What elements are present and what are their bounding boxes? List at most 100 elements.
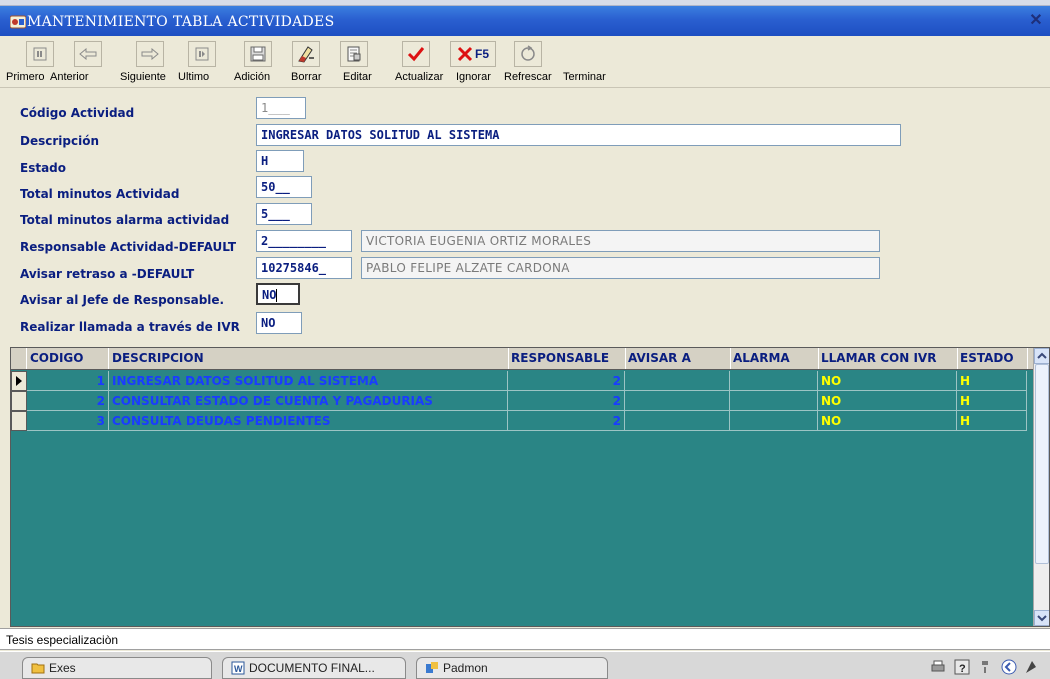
cell-responsable[interactable]: 2	[508, 411, 625, 431]
toolbar-label-borrar[interactable]: Borrar	[291, 71, 322, 83]
cell-estado[interactable]: H	[957, 411, 1027, 431]
activities-grid[interactable]: CODIGO DESCRIPCION RESPONSABLE AVISAR A …	[10, 347, 1050, 627]
cell-estado[interactable]: H	[957, 391, 1027, 411]
help-icon[interactable]: ?	[954, 659, 970, 675]
back-arrow-icon[interactable]	[1000, 658, 1018, 676]
column-header-responsable[interactable]: RESPONSABLE	[508, 348, 625, 368]
table-row[interactable]: 2 CONSULTAR ESTADO DE CUENTA Y PAGADURIA…	[11, 391, 1035, 411]
edit-button[interactable]	[340, 41, 368, 67]
eraser-delete-icon	[298, 46, 314, 63]
cell-ivr[interactable]: NO	[818, 411, 957, 431]
descripcion-field[interactable]: INGRESAR DATOS SOLITUD AL SISTEMA	[256, 124, 901, 146]
cell-responsable[interactable]: 2	[508, 391, 625, 411]
taskbar-item-documento[interactable]: W DOCUMENTO FINAL...	[222, 657, 406, 679]
cell-ivr[interactable]: NO	[818, 391, 957, 411]
cell-descripcion[interactable]: CONSULTA DEUDAS PENDIENTES	[109, 411, 508, 431]
scroll-down-button[interactable]	[1034, 610, 1049, 626]
avisar-jefe-field[interactable]: NO	[256, 283, 300, 305]
total-minutos-field[interactable]: 50__	[256, 176, 312, 198]
codigo-field[interactable]: 1___	[256, 97, 306, 119]
llamada-ivr-field[interactable]: NO	[256, 312, 302, 334]
update-button[interactable]	[402, 41, 430, 67]
header-divider	[957, 348, 958, 369]
system-tray: ?	[920, 655, 1050, 679]
column-header-codigo[interactable]: CODIGO	[27, 348, 107, 368]
cell-codigo[interactable]: 1	[27, 371, 109, 391]
cell-avisar-a[interactable]	[625, 371, 730, 391]
close-icon[interactable]: ✕	[1026, 11, 1046, 31]
header-divider	[1027, 348, 1028, 369]
svg-text:?: ?	[959, 663, 966, 675]
printer-icon[interactable]	[930, 659, 946, 675]
row-indicator[interactable]	[11, 411, 27, 431]
responsable-field[interactable]: 2________	[256, 230, 352, 252]
toolbar-label-siguiente[interactable]: Siguiente	[120, 71, 166, 83]
scroll-thumb[interactable]	[1035, 364, 1049, 564]
status-text: Tesis especializaciòn	[6, 633, 119, 647]
cell-ivr[interactable]: NO	[818, 371, 957, 391]
f5-shortcut-label: F5	[474, 47, 489, 61]
taskbar-item-padmon[interactable]: Padmon	[416, 657, 608, 679]
table-row[interactable]: 1 INGRESAR DATOS SOLITUD AL SISTEMA 2 NO…	[11, 371, 1035, 391]
toolbar-label-refrescar[interactable]: Refrescar	[504, 71, 552, 83]
padmon-app-icon	[426, 662, 438, 673]
toolbar-label-actualizar[interactable]: Actualizar	[395, 71, 443, 83]
cell-codigo[interactable]: 2	[27, 391, 109, 411]
cell-descripcion[interactable]: INGRESAR DATOS SOLITUD AL SISTEMA	[109, 371, 508, 391]
next-record-icon	[141, 48, 159, 60]
cell-codigo[interactable]: 3	[27, 411, 109, 431]
previous-record-button[interactable]	[74, 41, 102, 67]
word-document-icon: W	[231, 661, 245, 675]
scroll-up-button[interactable]	[1034, 348, 1049, 364]
cell-avisar-a[interactable]	[625, 411, 730, 431]
cell-estado[interactable]: H	[957, 371, 1027, 391]
first-record-button[interactable]	[26, 41, 54, 67]
toolbar-label-ultimo[interactable]: Ultimo	[178, 71, 209, 83]
column-header-alarma[interactable]: ALARMA	[730, 348, 818, 368]
last-record-button[interactable]	[188, 41, 216, 67]
avisar-retraso-field[interactable]: 10275846_	[256, 257, 352, 279]
row-indicator[interactable]	[11, 391, 27, 411]
cell-descripcion[interactable]: CONSULTAR ESTADO DE CUENTA Y PAGADURIAS	[109, 391, 508, 411]
taskbar: Exes W DOCUMENTO FINAL... Padmon ?	[0, 651, 1050, 679]
cell-avisar-a[interactable]	[625, 391, 730, 411]
grid-header: CODIGO DESCRIPCION RESPONSABLE AVISAR A …	[11, 348, 1035, 370]
cell-alarma[interactable]	[730, 371, 818, 391]
add-button[interactable]	[244, 41, 272, 67]
next-record-button[interactable]	[136, 41, 164, 67]
floppy-add-icon	[250, 46, 266, 62]
toolbar-label-editar[interactable]: Editar	[343, 71, 372, 83]
cell-responsable[interactable]: 2	[508, 371, 625, 391]
current-row-indicator[interactable]	[11, 371, 27, 391]
toolbar-label-adicion[interactable]: Adición	[234, 71, 270, 83]
tray-app-icon[interactable]	[1024, 659, 1038, 675]
chevron-down-icon	[1037, 615, 1047, 622]
column-header-llamar-ivr[interactable]: LLAMAR CON IVR	[818, 348, 958, 368]
taskbar-item-exes[interactable]: Exes	[22, 657, 212, 679]
ignore-button[interactable]: F5	[450, 41, 496, 67]
delete-button[interactable]	[292, 41, 320, 67]
first-record-icon	[33, 47, 47, 61]
estado-field[interactable]: H	[256, 150, 304, 172]
avisar-jefe-label: Avisar al Jefe de Responsable.	[20, 293, 225, 307]
x-ignore-icon	[457, 46, 473, 62]
total-alarma-field[interactable]: 5___	[256, 203, 312, 225]
toolbar-label-terminar[interactable]: Terminar	[563, 71, 606, 83]
toolbar-label-anterior[interactable]: Anterior	[50, 71, 89, 83]
check-update-icon	[407, 47, 425, 62]
speaker-icon[interactable]	[978, 659, 992, 675]
cell-alarma[interactable]	[730, 411, 818, 431]
avisar-retraso-label: Avisar retraso a -DEFAULT	[20, 267, 195, 281]
last-record-icon	[195, 47, 209, 61]
table-row[interactable]: 3 CONSULTA DEUDAS PENDIENTES 2 NO H	[11, 411, 1035, 431]
refresh-button[interactable]	[514, 41, 542, 67]
toolbar-label-primero[interactable]: Primero	[6, 71, 45, 83]
toolbar-label-ignorar[interactable]: Ignorar	[456, 71, 491, 83]
grid-vertical-scrollbar[interactable]	[1033, 348, 1049, 626]
title-bar[interactable]: MANTENIMIENTO TABLA ACTIVIDADES ✕	[0, 6, 1050, 36]
column-header-descripcion[interactable]: DESCRIPCION	[109, 348, 509, 368]
column-header-avisar-a[interactable]: AVISAR A	[625, 348, 730, 368]
cell-alarma[interactable]	[730, 391, 818, 411]
responsable-label: Responsable Actividad-DEFAULT	[20, 240, 237, 254]
column-header-estado[interactable]: ESTADO	[957, 348, 1027, 368]
